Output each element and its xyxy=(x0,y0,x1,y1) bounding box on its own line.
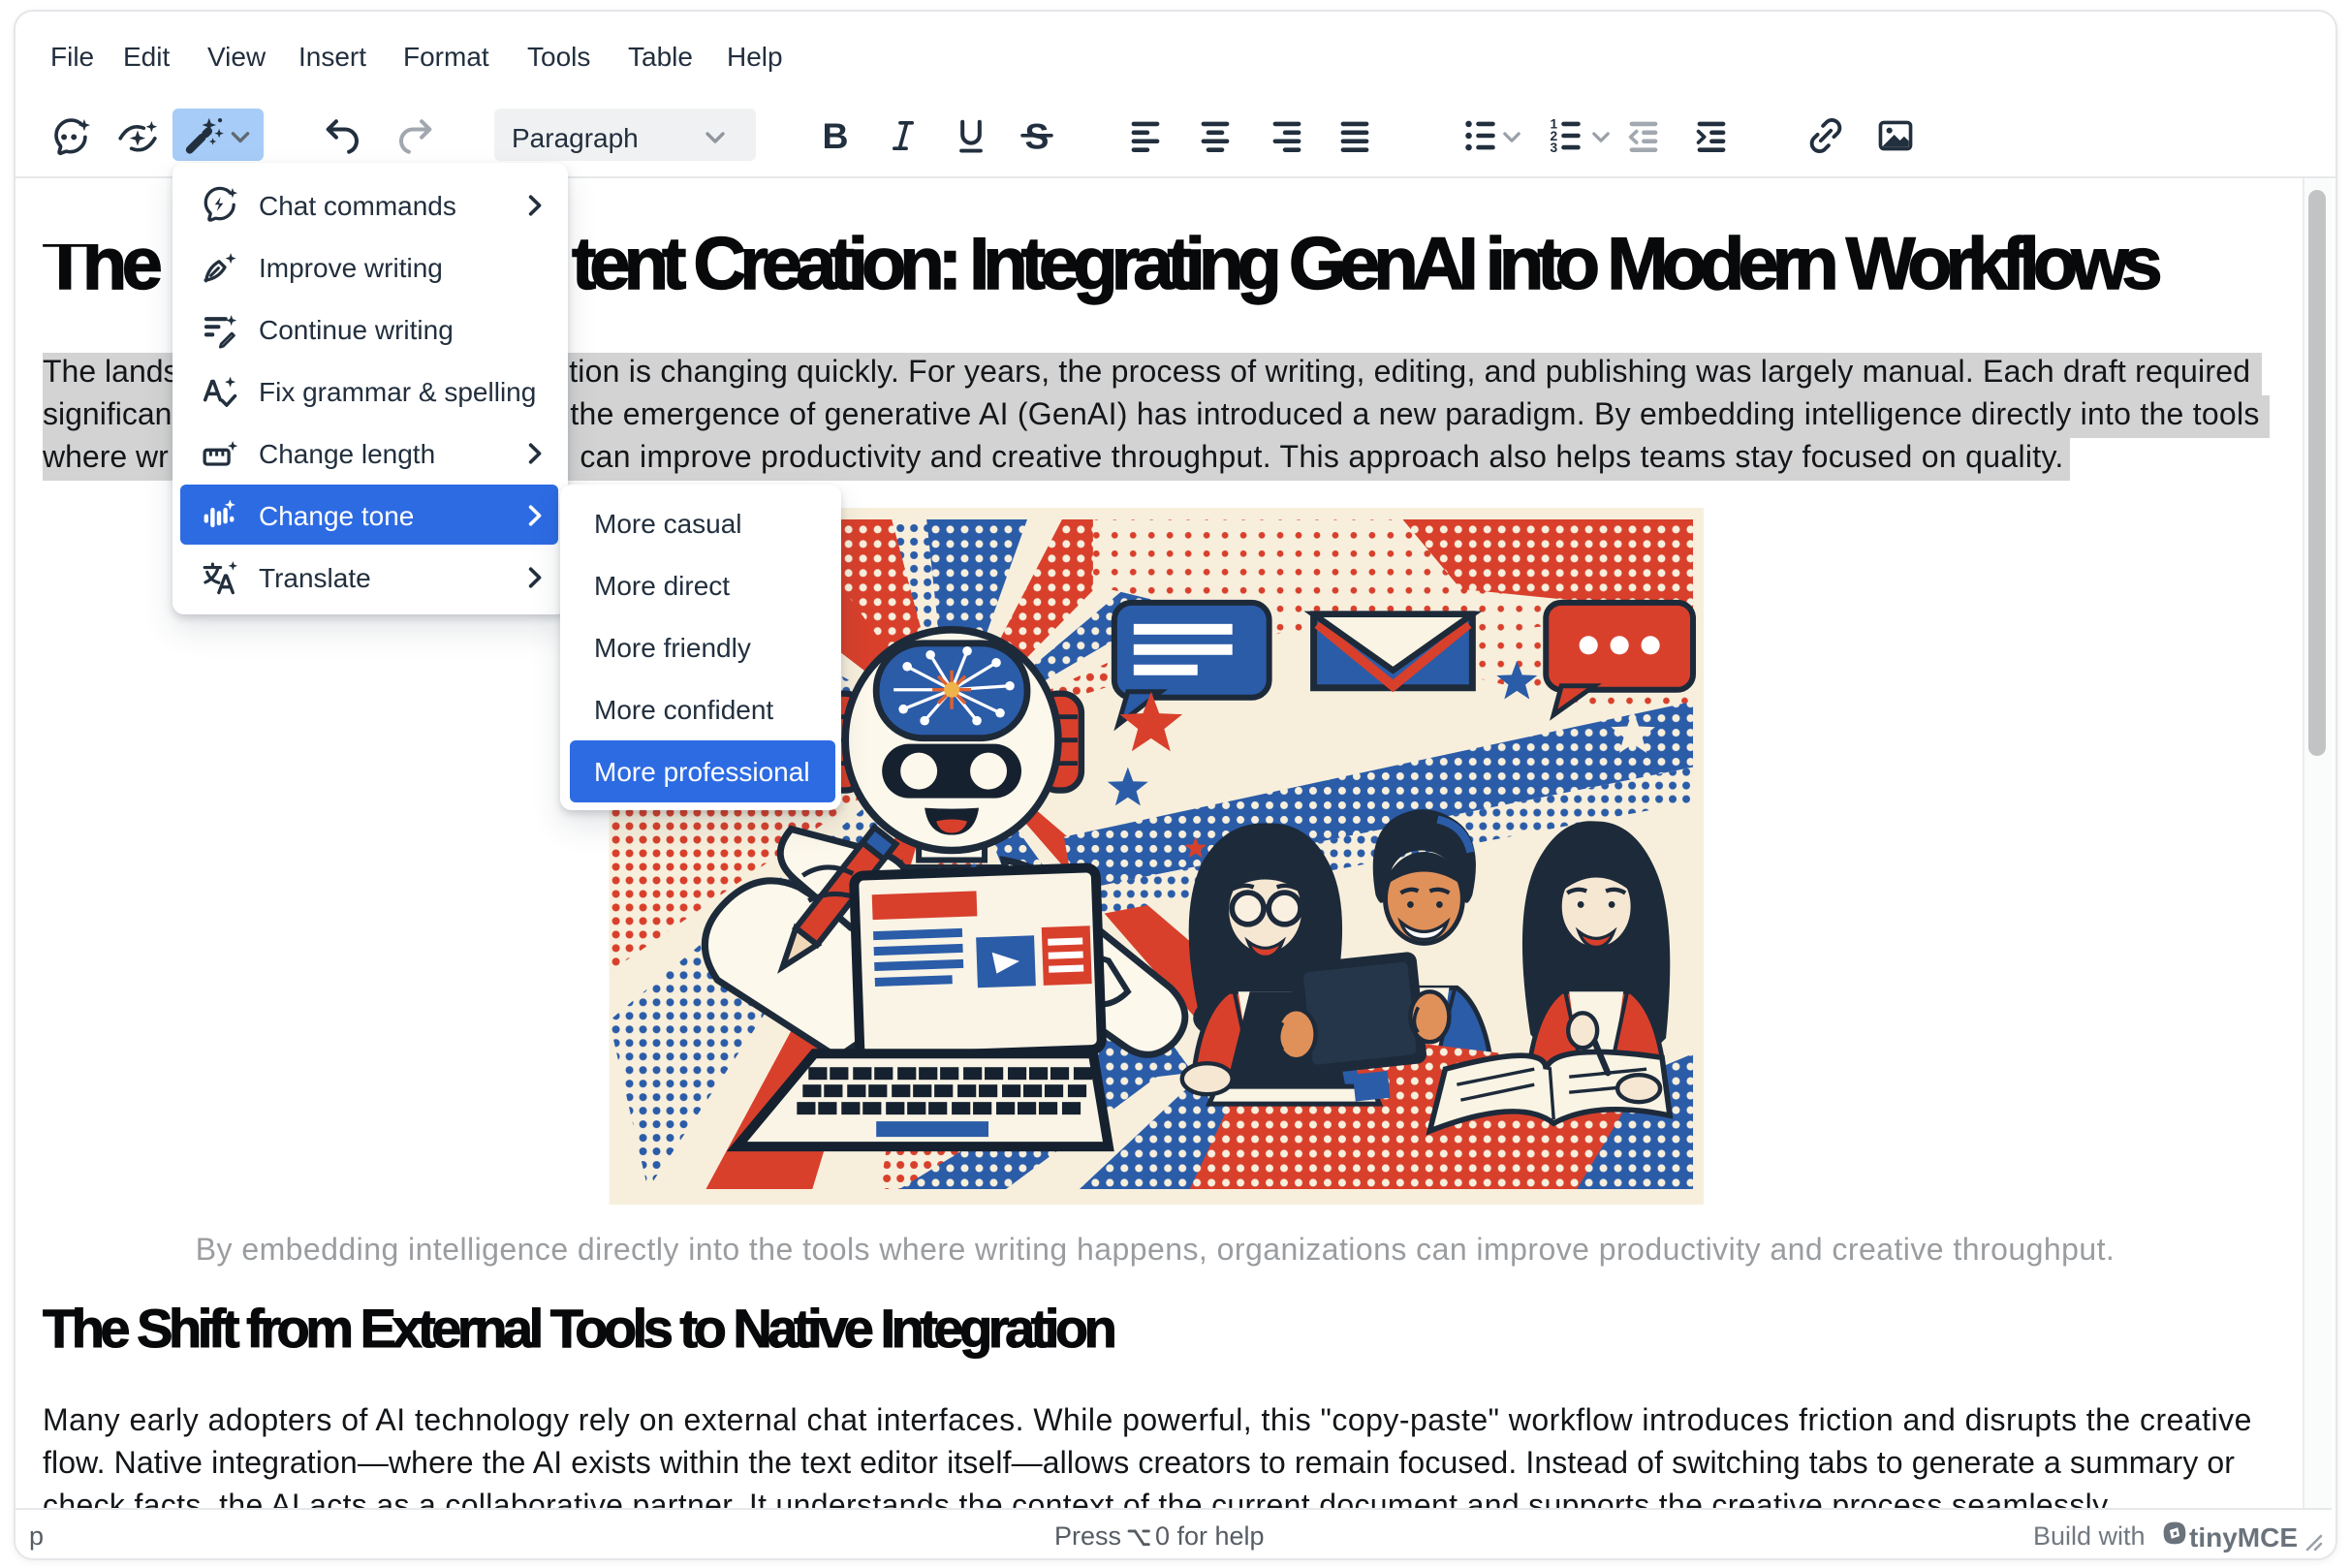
svg-text:B: B xyxy=(823,115,849,156)
svg-text:3: 3 xyxy=(1550,141,1557,155)
